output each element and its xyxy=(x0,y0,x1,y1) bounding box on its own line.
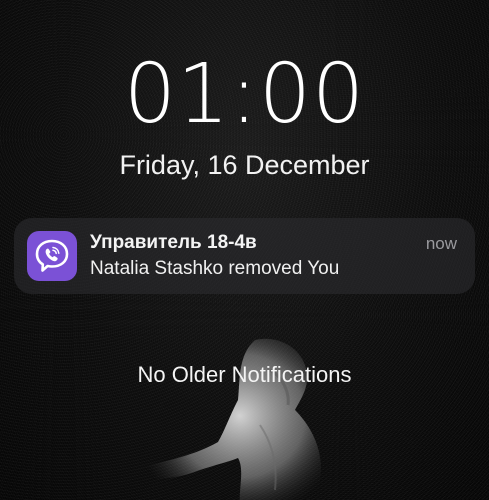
notification-time: now xyxy=(425,234,457,253)
lock-screen: 01:00 Friday, 16 December Управитель 18-… xyxy=(0,0,489,500)
notification-body: Natalia Stashko removed You xyxy=(90,258,340,279)
no-older-notifications-label: No Older Notifications xyxy=(137,362,352,387)
lock-clock: 01:00 xyxy=(123,47,366,142)
lock-date: Friday, 16 December xyxy=(119,150,370,180)
notification-card[interactable]: Управитель 18-4в now Natalia Stashko rem… xyxy=(14,218,475,294)
wallpaper-figure xyxy=(140,338,321,500)
notification-title: Управитель 18-4в xyxy=(90,232,257,253)
viber-icon xyxy=(27,231,77,281)
